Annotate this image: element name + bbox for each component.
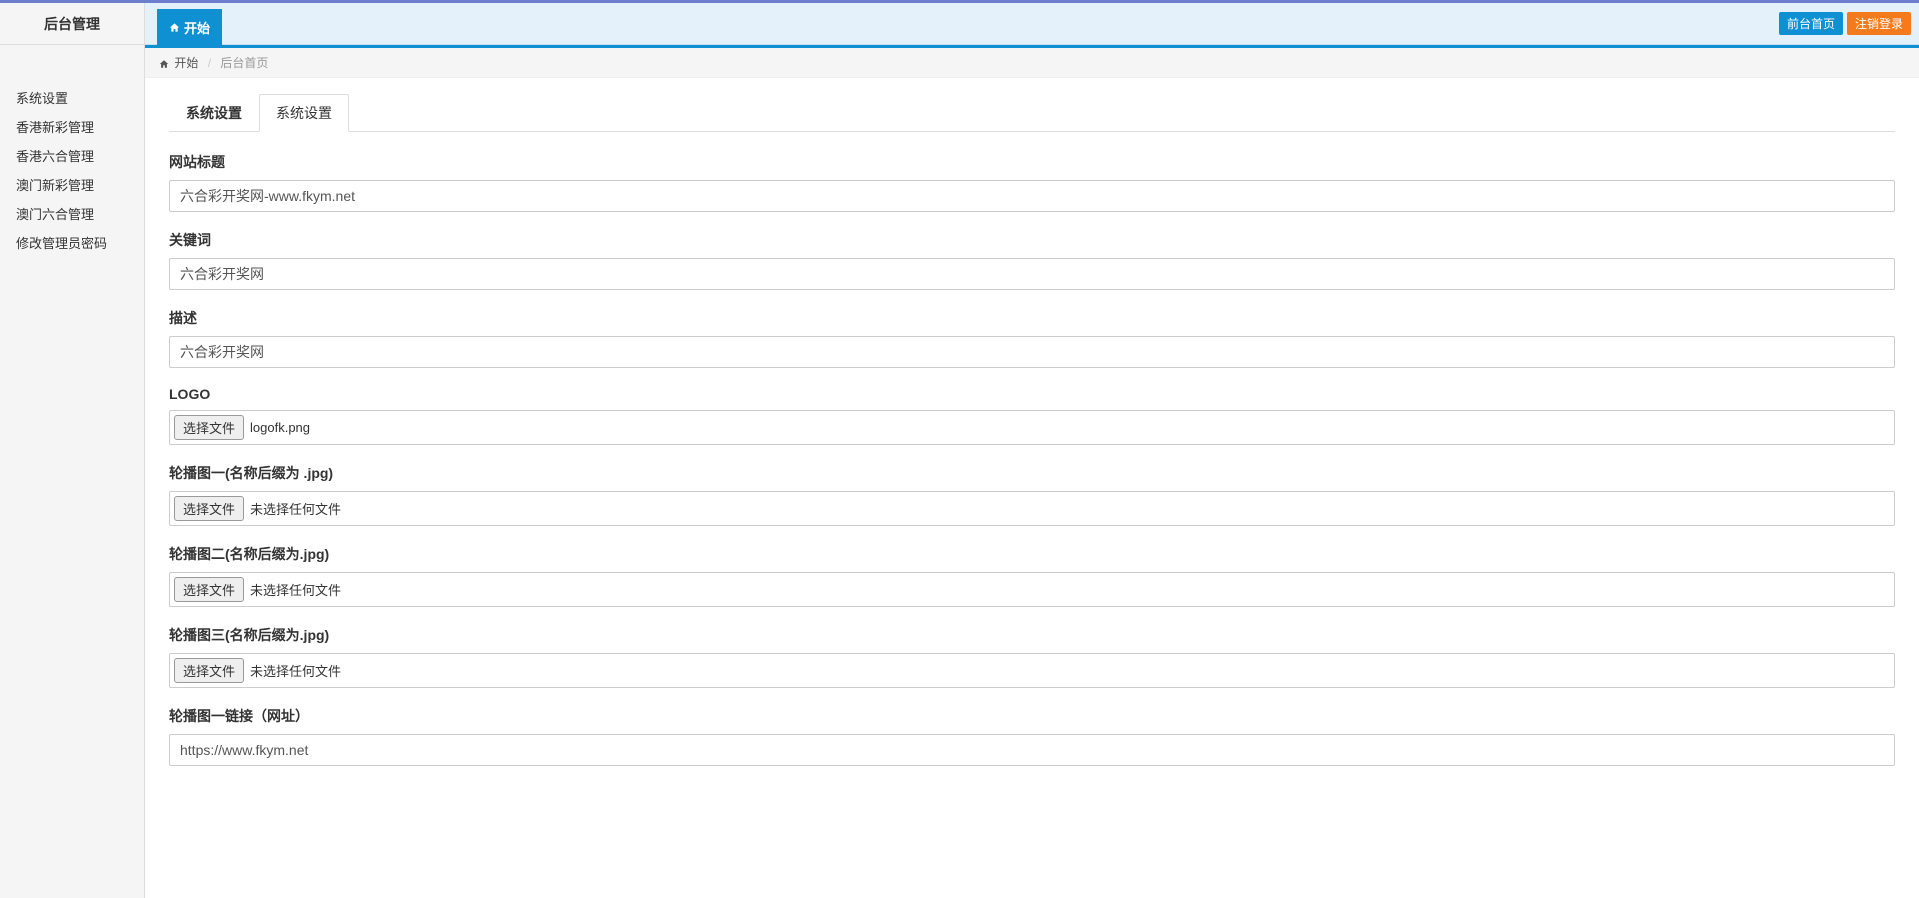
logo-filename: logofk.png	[250, 420, 310, 435]
site-title-input[interactable]	[169, 180, 1895, 212]
carousel1-label: 轮播图一(名称后缀为 .jpg)	[169, 463, 1895, 483]
carousel3-file-input[interactable]: 选择文件 未选择任何文件	[169, 653, 1895, 688]
content-tabs: 系统设置 系统设置	[169, 94, 1895, 132]
content-tab-2[interactable]: 系统设置	[259, 94, 349, 132]
description-label: 描述	[169, 308, 1895, 328]
sidebar: 后台管理 系统设置 香港新彩管理 香港六合管理 澳门新彩管理 澳门六合管理 修改…	[0, 3, 145, 898]
carousel3-filename: 未选择任何文件	[250, 661, 341, 680]
carousel1-link-label: 轮播图一链接（网址）	[169, 706, 1895, 726]
carousel2-choose-button[interactable]: 选择文件	[174, 577, 244, 602]
carousel1-link-input[interactable]	[169, 734, 1895, 766]
sidebar-item-hk-new[interactable]: 香港新彩管理	[0, 112, 144, 141]
carousel1-choose-button[interactable]: 选择文件	[174, 496, 244, 521]
site-title-label: 网站标题	[169, 152, 1895, 172]
tabbar: 开始	[145, 3, 222, 44]
sidebar-spacer	[0, 45, 144, 79]
sidebar-item-system-settings[interactable]: 系统设置	[0, 83, 144, 112]
breadcrumb: 开始 / 后台首页	[145, 48, 1919, 78]
breadcrumb-separator: /	[208, 56, 211, 70]
carousel2-filename: 未选择任何文件	[250, 580, 341, 599]
tab-start-label: 开始	[184, 18, 210, 37]
carousel2-label: 轮播图二(名称后缀为.jpg)	[169, 544, 1895, 564]
front-home-button[interactable]: 前台首页	[1779, 12, 1843, 35]
carousel2-file-input[interactable]: 选择文件 未选择任何文件	[169, 572, 1895, 607]
logout-button[interactable]: 注销登录	[1847, 12, 1911, 35]
description-input[interactable]	[169, 336, 1895, 368]
sidebar-item-macau-new[interactable]: 澳门新彩管理	[0, 170, 144, 199]
keywords-input[interactable]	[169, 258, 1895, 290]
carousel3-choose-button[interactable]: 选择文件	[174, 658, 244, 683]
brand-title: 后台管理	[0, 3, 144, 45]
topbar: 开始 前台首页 注销登录	[145, 3, 1919, 45]
home-icon	[159, 59, 169, 69]
sidebar-item-hk-liuhe[interactable]: 香港六合管理	[0, 141, 144, 170]
carousel3-label: 轮播图三(名称后缀为.jpg)	[169, 625, 1895, 645]
logo-label: LOGO	[169, 386, 1895, 402]
content-tab-1[interactable]: 系统设置	[169, 94, 259, 132]
main-content: 系统设置 系统设置 网站标题 关键词 描述 LOGO 选择文件 logofk.p…	[145, 78, 1919, 800]
logo-choose-button[interactable]: 选择文件	[174, 415, 244, 440]
logo-file-input[interactable]: 选择文件 logofk.png	[169, 410, 1895, 445]
sidebar-item-macau-liuhe[interactable]: 澳门六合管理	[0, 199, 144, 228]
home-icon	[169, 22, 180, 33]
breadcrumb-home[interactable]: 开始	[174, 56, 198, 70]
breadcrumb-current: 后台首页	[220, 56, 268, 70]
carousel1-filename: 未选择任何文件	[250, 499, 341, 518]
sidebar-item-change-password[interactable]: 修改管理员密码	[0, 228, 144, 257]
sidebar-menu: 系统设置 香港新彩管理 香港六合管理 澳门新彩管理 澳门六合管理 修改管理员密码	[0, 79, 144, 261]
keywords-label: 关键词	[169, 230, 1895, 250]
topbar-actions: 前台首页 注销登录	[1779, 12, 1911, 35]
carousel1-file-input[interactable]: 选择文件 未选择任何文件	[169, 491, 1895, 526]
tab-start[interactable]: 开始	[157, 9, 222, 45]
